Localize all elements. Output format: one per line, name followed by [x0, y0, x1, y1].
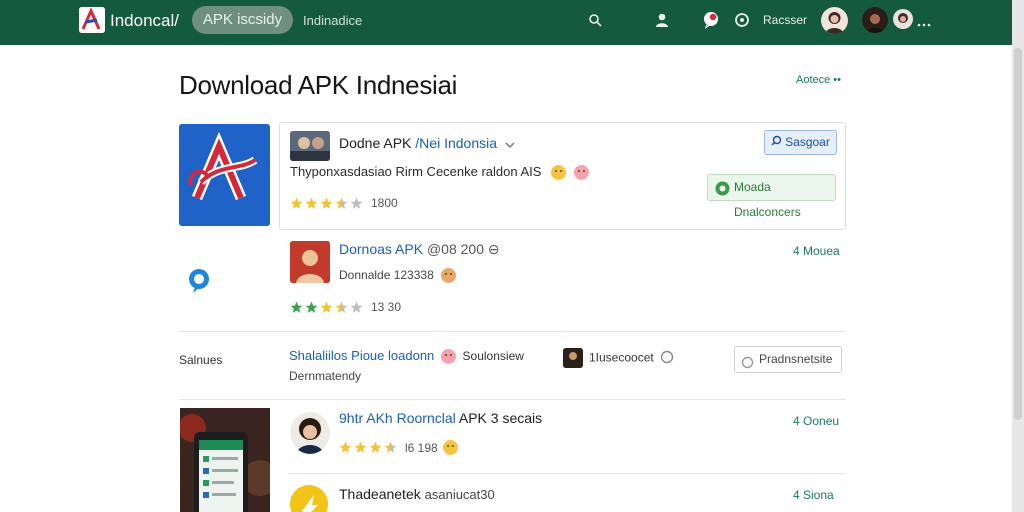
featured-thumbnail [290, 131, 330, 161]
list-item-avatar [290, 412, 330, 454]
list-item-rating: l6 198 [405, 440, 438, 455]
list-item-title-rest: APK 3 secais [458, 410, 543, 426]
search-icon[interactable] [584, 9, 606, 31]
divider [179, 331, 846, 332]
top-right-link[interactable]: Aotece •• [796, 74, 841, 86]
scrollbar-thumb[interactable] [1014, 48, 1022, 420]
section-link[interactable]: Shalaliilos Pioue loadonn [289, 348, 434, 363]
emoji-icon [440, 349, 456, 365]
download-icon [715, 180, 730, 205]
section-label: Salnues [179, 353, 223, 367]
phone-screenshot[interactable] [180, 408, 270, 512]
list-item-title[interactable]: 9htr AKh Roornclal APK 3 secais [339, 410, 542, 426]
nav-pill-apk[interactable]: APK iscsidy [192, 6, 293, 34]
list-item-action[interactable]: 4 Siona [793, 488, 834, 502]
search-button-icon [771, 131, 782, 154]
overflow-dots[interactable] [916, 15, 932, 27]
refresh-icon[interactable] [660, 350, 674, 367]
page-title: Download APK Indnesiai [179, 70, 458, 100]
featured-description: Thyponxasdasiao Rirm Cecenke raldon AIS [290, 164, 589, 181]
featured-stars: 1800 [290, 196, 398, 210]
avatar-3[interactable] [893, 9, 913, 29]
preview-icon [741, 353, 754, 378]
list-item-stars: l6 198 [339, 440, 458, 455]
divider [179, 399, 846, 400]
brand-name[interactable]: Indoncal/ [110, 11, 179, 31]
list-item-title-link[interactable]: 9htr AKh Roornclal [339, 410, 456, 426]
list-item-subtitle-text: Donnalde 123338 [339, 268, 434, 282]
user-menu-label[interactable]: Racsser [763, 13, 807, 27]
top-navbar: Indoncal/ APK iscsidy Indinadice Racsser [0, 0, 1012, 45]
nav-link[interactable]: Indinadice [303, 13, 362, 28]
smile-emoji-icon [442, 440, 458, 455]
list-item-action[interactable]: 4 Mouea [793, 244, 840, 258]
featured-title-prefix: Dodne APK [339, 135, 412, 151]
section-sub: Dernmatendy [289, 369, 362, 383]
featured-rating: 1800 [371, 196, 398, 210]
smile-emoji-icon [551, 165, 567, 181]
preview-button-label: Pradnsnetsite [759, 352, 833, 366]
list-item-title-link[interactable]: Dornoas APK [339, 241, 423, 257]
list-item-rating: 13 30 [371, 300, 402, 314]
list-item-action[interactable]: 4 Ooneu [793, 414, 839, 428]
download-button-label: Moada Dnalconcers [734, 180, 801, 219]
list-item-title-rest: @08 200 ⊖ [426, 241, 500, 257]
chevron-down-icon[interactable] [505, 136, 515, 152]
chat-icon[interactable] [187, 268, 211, 299]
list-item-title[interactable]: Dornoas APK @08 200 ⊖ [339, 241, 500, 258]
app-logo[interactable] [79, 7, 105, 33]
download-button[interactable]: Moada Dnalconcers [707, 174, 836, 219]
featured-description-text: Thyponxasdasiao Rirm Cecenke raldon AIS [290, 164, 542, 179]
featured-title[interactable]: Dodne APK /Nei Indonsia [339, 135, 515, 152]
user-icon[interactable] [651, 9, 673, 31]
list-item-title-main[interactable]: Thadeanetek [339, 486, 421, 502]
divider [288, 473, 846, 474]
section-link-row[interactable]: Shalaliilos Pioue loadonn Soulonsiew [289, 348, 524, 365]
avatar-2[interactable] [862, 7, 888, 33]
list-item-thumbnail [290, 241, 330, 283]
notification-icon[interactable] [700, 9, 722, 31]
featured-title-link[interactable]: /Nei Indonsia [415, 135, 497, 151]
list-item-subtitle: Donnalde 123338 [339, 268, 457, 284]
section-user-text: 1Iusecoocet [589, 350, 674, 367]
list-item-title[interactable]: Thadeanetek asaniucat30 [339, 486, 495, 502]
featured-app-icon[interactable] [179, 124, 270, 226]
search-button[interactable]: Sasgoar [764, 130, 837, 155]
laugh-emoji-icon [573, 165, 589, 181]
face-emoji-icon [441, 268, 457, 284]
settings-icon[interactable] [731, 9, 753, 31]
list-item-title-rest: asaniucat30 [424, 487, 495, 502]
section-user-label: 1Iusecoocet [589, 350, 654, 365]
preview-button[interactable]: Pradnsnetsite [734, 346, 842, 373]
list-item-stars: 13 30 [290, 300, 401, 314]
avatar-1[interactable] [821, 7, 848, 34]
section-user-avatar[interactable] [563, 348, 583, 368]
list-item-icon [290, 485, 328, 512]
section-suffix: Soulonsiew [462, 349, 524, 363]
search-button-label: Sasgoar [785, 135, 830, 149]
